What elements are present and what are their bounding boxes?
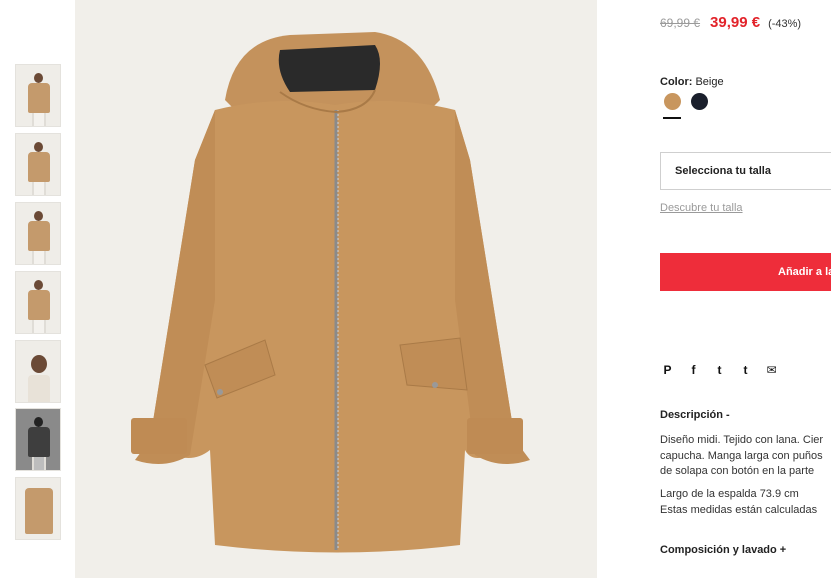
old-price: 69,99 € [660, 16, 701, 30]
main-product-image[interactable] [75, 0, 597, 578]
twitter-icon[interactable]: t [713, 363, 726, 377]
email-icon[interactable]: ✉ [765, 363, 778, 377]
thumbnail-5[interactable] [15, 340, 61, 403]
description-text: Diseño midi. Tejido con lana. Cier capuc… [660, 433, 823, 480]
add-to-cart-button[interactable]: Añadir a la [660, 253, 831, 291]
tumblr-icon[interactable]: t [739, 363, 752, 377]
thumbnail-2[interactable] [15, 133, 61, 196]
color-swatches [664, 93, 708, 110]
swatch-beige[interactable] [664, 93, 681, 110]
description-line: capucha. Manga larga con puños [660, 449, 823, 462]
size-select[interactable]: Selecciona tu talla [660, 152, 831, 190]
product-info-panel: 69,99 € 39,99 € (-43%) Color: Beige Sele… [660, 0, 831, 578]
size-guide-link[interactable]: Descubre tu talla [660, 202, 743, 214]
sale-price: 39,99 € [710, 14, 761, 31]
measurement-line: Largo de la espalda 73.9 cm [660, 488, 799, 500]
measurement-line: Estas medidas están calculadas [660, 503, 818, 516]
thumbnail-1[interactable] [15, 64, 61, 127]
selected-swatch-indicator [663, 117, 681, 119]
size-select-label: Selecciona tu talla [675, 165, 771, 177]
price-row: 69,99 € 39,99 € (-43%) [660, 14, 801, 31]
add-to-cart-label: Añadir a la [778, 266, 831, 278]
facebook-icon[interactable]: f [687, 363, 700, 377]
thumbnail-7[interactable] [15, 477, 61, 540]
color-value: Beige [695, 76, 724, 88]
description-line: Diseño midi. Tejido con lana. Cier [660, 434, 824, 446]
thumbnail-6[interactable] [15, 408, 61, 471]
share-icons: P f t t ✉ [661, 363, 778, 377]
swatch-navy[interactable] [691, 93, 708, 110]
coat-illustration [131, 32, 530, 553]
measurements-text: Largo de la espalda 73.9 cm Estas medida… [660, 487, 817, 518]
thumbnail-4[interactable] [15, 271, 61, 334]
composition-toggle[interactable]: Composición y lavado + [660, 544, 786, 556]
pinterest-icon[interactable]: P [661, 363, 674, 377]
color-label: Color: Beige [660, 76, 724, 88]
description-toggle[interactable]: Descripción - [660, 409, 730, 421]
color-label-title: Color: [660, 76, 693, 88]
thumbnail-3[interactable] [15, 202, 61, 265]
description-line: de solapa con botón en la parte [660, 465, 815, 477]
discount-badge: (-43%) [768, 18, 802, 30]
